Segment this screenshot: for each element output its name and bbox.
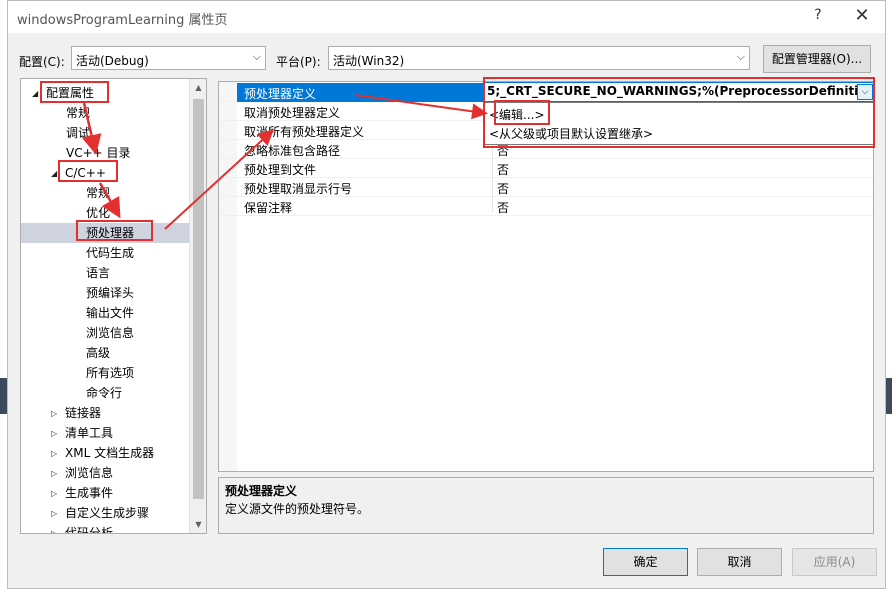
annotation-arrow xyxy=(354,94,488,120)
annotation-arrow xyxy=(164,129,274,230)
annotation-arrows xyxy=(81,94,488,230)
annotation-arrow xyxy=(81,102,102,155)
annotation-arrow xyxy=(98,182,121,219)
